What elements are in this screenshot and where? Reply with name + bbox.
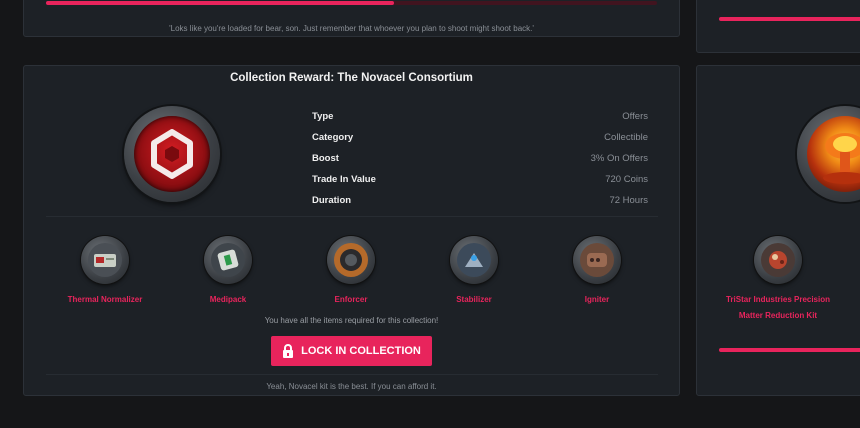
stat-label: Boost: [312, 153, 339, 164]
stat-value: Offers: [622, 111, 648, 122]
item-label: Enforcer: [334, 295, 368, 304]
collection-footer-quote: Yeah, Novacel kit is the best. If you ca…: [266, 382, 437, 391]
divider: [46, 216, 658, 217]
igniter-icon: [573, 236, 621, 284]
lock-button-label: LOCK IN COLLECTION: [301, 345, 421, 357]
enforcer-icon: [327, 236, 375, 284]
collection-title: Collection Reward: The Novacel Consortiu…: [230, 72, 473, 84]
previous-collection-card: 'Loks like you're loaded for bear, son. …: [23, 0, 680, 37]
collection-card: Collection Reward: The Novacel Consortiu…: [23, 65, 680, 396]
stat-label: Duration: [312, 195, 352, 206]
divider: [46, 374, 658, 375]
stat-row-type: Type Offers: [312, 106, 648, 127]
medipack-icon: [204, 236, 252, 284]
collection-item[interactable]: Stabilizer: [419, 236, 529, 308]
stabilizer-icon: [450, 236, 498, 284]
collection-item[interactable]: Medipack: [173, 236, 283, 308]
item-label: TriStar Industries Precision Matter Redu…: [725, 295, 831, 320]
side-progress-bar-top: [719, 17, 860, 21]
item-label: Stabilizer: [456, 295, 492, 304]
collection-progress-fill: [46, 1, 395, 5]
matter-reduction-kit-icon: [754, 236, 802, 284]
item-label: Igniter: [584, 295, 610, 304]
reward-stats: Type Offers Category Collectible Boost 3…: [312, 106, 648, 211]
side-progress-bar: [719, 348, 860, 352]
collection-quote: 'Loks like you're loaded for bear, son. …: [169, 24, 534, 33]
novacel-hexagon-icon: [124, 106, 220, 202]
stat-value: 3% On Offers: [590, 153, 648, 164]
item-label: Medipack: [209, 295, 247, 304]
stat-label: Trade In Value: [312, 174, 376, 185]
lock-in-collection-button[interactable]: LOCK IN COLLECTION: [271, 336, 432, 366]
stat-row-duration: Duration 72 Hours: [312, 190, 648, 211]
collection-item[interactable]: Igniter: [542, 236, 652, 308]
stat-label: Category: [312, 132, 354, 143]
stat-value: 72 Hours: [609, 195, 648, 206]
collection-complete-message: You have all the items required for this…: [264, 316, 439, 325]
stat-row-category: Category Collectible: [312, 127, 648, 148]
stat-row-trade-in-value: Trade In Value 720 Coins: [312, 169, 648, 190]
stat-row-boost: Boost 3% On Offers: [312, 148, 648, 169]
side-collection-item[interactable]: TriStar Industries Precision Matter Redu…: [723, 236, 833, 324]
item-label: Thermal Normalizer: [67, 295, 143, 304]
collection-progress-bar: [46, 1, 657, 5]
stat-value: 720 Coins: [605, 174, 648, 185]
side-collection-card: TriStar Industries Precision Matter Redu…: [696, 65, 860, 396]
side-collection-card-top: [696, 0, 860, 53]
stat-label: Type: [312, 111, 334, 122]
lock-icon: [283, 344, 294, 358]
collection-item[interactable]: Thermal Normalizer: [50, 236, 160, 308]
mushroom-cloud-icon: [797, 106, 860, 202]
stat-value: Collectible: [604, 132, 648, 143]
thermal-normalizer-icon: [81, 236, 129, 284]
collection-item[interactable]: Enforcer: [296, 236, 406, 308]
side-progress-fill: [719, 348, 860, 352]
